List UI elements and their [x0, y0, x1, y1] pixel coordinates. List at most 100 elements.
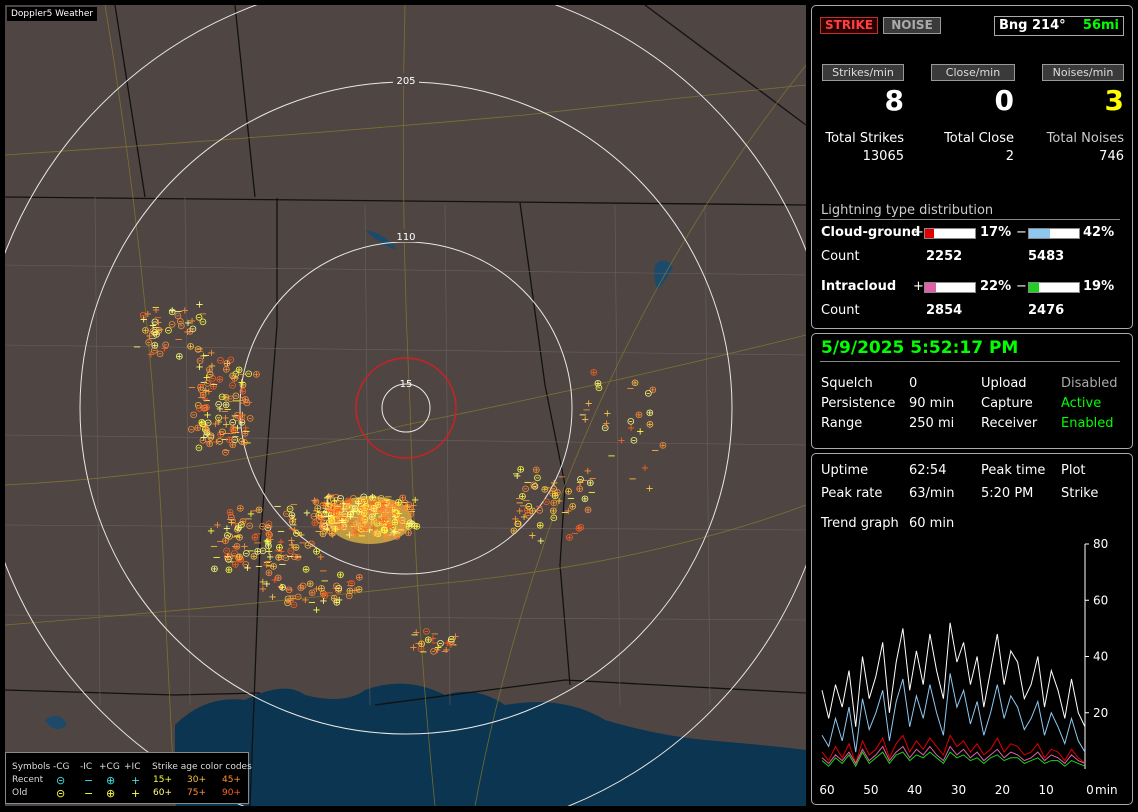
strike-mark: ⊕: [584, 505, 592, 516]
strike-mark: ⊕: [297, 583, 305, 594]
persistence-label: Persistence: [821, 396, 896, 411]
trend-panel: Uptime 62:54 Peak time Plot Peak rate 63…: [811, 453, 1133, 805]
legend-old-label: Old: [12, 788, 28, 798]
strikes-per-min-button[interactable]: Strikes/min: [822, 64, 904, 81]
strike-mark: ⊝: [550, 513, 558, 524]
strike-mark: −: [629, 474, 637, 485]
strike-mark: ⊕: [333, 598, 341, 609]
ic-label: Intracloud: [821, 279, 897, 294]
noises-per-min-button[interactable]: Noises/min: [1042, 64, 1124, 81]
strike-mark: +: [636, 427, 644, 438]
strike-mark: ⊕: [175, 352, 183, 363]
cg-minus-bar: [1028, 228, 1080, 239]
strike-mark: ⊕: [210, 564, 218, 575]
strike-mark: ⊕: [646, 408, 654, 419]
strike-mark: ⊕: [370, 516, 378, 527]
strike-mark: ⊝: [265, 519, 273, 530]
strike-mark: −: [188, 383, 196, 394]
strike-mark: ⊝: [190, 410, 198, 421]
strike-mark: ⊕: [403, 503, 411, 514]
uptime-label: Uptime: [821, 463, 869, 478]
status-panel: 5/9/2025 5:52:17 PM Squelch 0 Upload Dis…: [811, 333, 1133, 449]
peak-time-value: 5:20 PM: [981, 486, 1034, 501]
strike-mark: −: [210, 542, 218, 553]
ic-plus-pct: 22%: [980, 279, 1012, 294]
lake-2: [365, 230, 397, 250]
x-axis-label: min: [1095, 783, 1118, 797]
strike-mark: −: [197, 379, 205, 390]
plot-value[interactable]: Strike: [1061, 486, 1098, 501]
strike-mark: −: [255, 562, 263, 573]
strike-mark: +: [229, 422, 237, 433]
y-tick-label: 40: [1093, 650, 1108, 664]
x-tick-label: 0: [1086, 783, 1094, 797]
strike-mark: +: [317, 552, 325, 563]
strike-mark: ⊝: [422, 626, 430, 637]
legend-ic-minus: -IC: [80, 762, 93, 772]
strike-mark: ⊕: [631, 378, 639, 389]
capture-value: Active: [1061, 396, 1102, 411]
legend-age-75: 75+: [187, 788, 206, 798]
strike-mark: +: [584, 466, 592, 477]
noise-button[interactable]: NOISE: [883, 17, 941, 34]
strike-mark: ⊕: [635, 410, 643, 421]
upload-value: Disabled: [1061, 376, 1118, 391]
distribution-divider: [820, 219, 1120, 220]
ic-plus-count: 2854: [926, 303, 963, 318]
series-line-0: [821, 622, 1086, 728]
strike-mark: −: [238, 410, 246, 421]
strike-mark: ⊕: [569, 501, 577, 512]
map-title: Doppler5 Weather: [7, 7, 98, 21]
ic-plus-bar: [924, 282, 976, 293]
strike-mark: +: [645, 484, 653, 495]
map-canvas[interactable]: ⊝−+−⊝+⊕++⊝−+−⊕−−−⊝++ ⊕+⊕− −⊝⊕⊝ ⊝ −⊕⊝++⊝⊕⊝⊝⊝+…: [5, 5, 806, 806]
strike-mark: ⊝: [627, 417, 635, 428]
counts-panel: STRIKE NOISE Bng 214° 56mi Strikes/min C…: [811, 5, 1133, 329]
strike-mark: +: [411, 495, 419, 506]
strike-mark: ⊕: [152, 330, 160, 341]
strike-button[interactable]: STRIKE: [820, 17, 878, 34]
x-tick-label: 30: [951, 783, 966, 797]
strike-mark: ⊝: [347, 579, 355, 590]
radar-map[interactable]: ⊝ − + − ⊝ + ⊕ + + ⊝ − + − ⊕ − − − ⊝ + + ⊕ + ⊕ − − ⊝ ⊕ ⊝ ⊝ − ⊕ ⊝ + + ⊝ ⊕ ⊝ ⊝ ⊝ +…: [5, 5, 806, 806]
legend-age-60: 60+: [153, 788, 172, 798]
strike-mark: −: [213, 552, 221, 563]
strike-mark: ⊕: [536, 520, 544, 531]
legend-age-30: 30+: [187, 775, 206, 785]
strike-mark: ⊝: [223, 359, 231, 370]
persistence-value: 90 min: [909, 396, 955, 411]
ic-plus-bar-fill: [925, 283, 936, 292]
trend-graph: 80 60 40 20 60 50 40 30 20 10 0 min: [819, 537, 1118, 797]
upload-label: Upload: [981, 376, 1027, 391]
strike-mark: +: [288, 540, 296, 551]
legend-cg-minus: -CG: [53, 762, 70, 772]
strike-mark: ⊝: [246, 413, 254, 424]
legend-old-cg-plus-icon: ⊕: [106, 787, 116, 800]
cg-label: Cloud-ground: [821, 225, 921, 240]
strike-mark: ⊕: [202, 425, 210, 436]
strike-mark: ⊝: [399, 518, 407, 529]
receiver-value: Enabled: [1061, 416, 1114, 431]
strike-mark: +: [537, 536, 545, 547]
total-strikes-value: 13065: [862, 149, 904, 164]
close-per-min-button[interactable]: Close/min: [931, 64, 1015, 81]
distribution-title: Lightning type distribution: [821, 203, 994, 218]
strike-mark: −: [651, 445, 659, 456]
strike-mark: ⊝: [644, 388, 652, 399]
range-label: Range: [821, 416, 863, 431]
strike-mark: +: [301, 595, 309, 606]
legend-old-ic-minus-icon: −: [84, 787, 94, 800]
strike-mark: ⊕: [317, 584, 325, 595]
total-noises-label: Total Noises: [1046, 131, 1124, 146]
strike-mark: −: [175, 334, 183, 345]
strike-mark: −: [361, 526, 369, 537]
peak-time-label: Peak time: [981, 463, 1046, 478]
strike-mark: +: [447, 640, 455, 651]
cg-minus-pct: 42%: [1083, 225, 1115, 240]
strike-mark: ⊝: [187, 425, 195, 436]
strike-mark: +: [319, 596, 327, 607]
ring-label-110: 110: [396, 232, 415, 243]
lake-3: [45, 716, 67, 729]
strike-mark: ⊝: [195, 313, 203, 324]
strike-mark: +: [277, 546, 285, 557]
